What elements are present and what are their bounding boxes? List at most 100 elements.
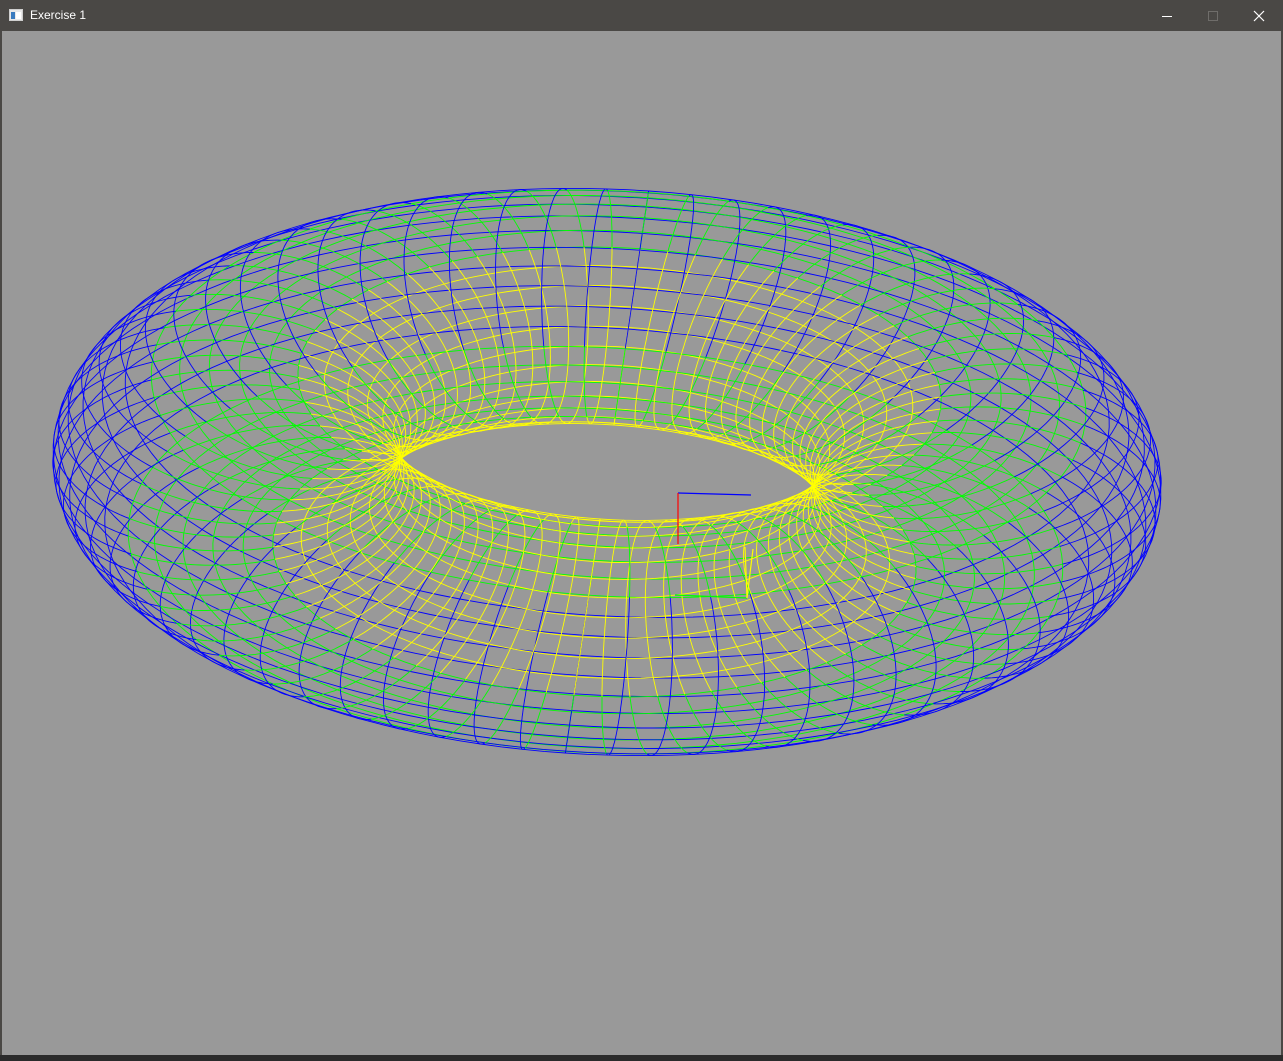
- torus-meridian-line: [196, 639, 219, 642]
- torus-meridian-line: [961, 318, 989, 323]
- torus-meridian-line: [481, 558, 489, 577]
- torus-meridian-line: [883, 283, 907, 294]
- torus-meridian-line: [582, 616, 587, 637]
- torus-meridian-line: [689, 223, 693, 238]
- torus-meridian-line: [260, 629, 266, 646]
- maximize-button[interactable]: [1190, 0, 1236, 31]
- torus-meridian-line: [573, 676, 578, 696]
- torus-meridian-line: [401, 445, 419, 448]
- torus-meridian-line: [613, 418, 616, 424]
- torus-meridian-line: [820, 374, 839, 392]
- torus-meridian-line: [665, 562, 669, 580]
- torus-meridian-line: [1035, 605, 1041, 624]
- torus-meridian-line: [1095, 472, 1115, 488]
- torus-meridian-line: [310, 670, 331, 679]
- torus-meridian-line: [819, 318, 840, 335]
- torus-meridian-line: [426, 582, 442, 602]
- torus-meridian-line: [518, 396, 526, 409]
- torus-meridian-line: [934, 496, 963, 503]
- torus-meridian-line: [529, 651, 535, 672]
- torus-meridian-line: [833, 573, 853, 590]
- torus-meridian-line: [205, 274, 211, 290]
- torus-meridian-line: [839, 304, 862, 319]
- torus-meridian-line: [1014, 348, 1042, 351]
- gl-viewport[interactable]: [2, 31, 1281, 1055]
- torus-meridian-line: [832, 483, 854, 486]
- torus-meridian-line: [741, 329, 754, 349]
- torus-meridian-line: [411, 423, 428, 432]
- torus-meridian-line: [294, 617, 320, 629]
- torus-meridian-line: [481, 221, 493, 237]
- torus-meridian-line: [603, 739, 606, 749]
- torus-meridian-line: [736, 264, 749, 282]
- torus-meridian-line: [619, 367, 623, 384]
- torus-meridian-line: [491, 527, 494, 543]
- torus-meridian-line: [259, 660, 264, 674]
- torus-meridian-line: [301, 522, 328, 531]
- torus-meridian-line: [320, 448, 345, 451]
- torus-meridian-line: [1075, 417, 1090, 435]
- torus-meridian-line: [786, 512, 803, 521]
- torus-meridian-line: [795, 496, 813, 499]
- torus-meridian-line: [854, 306, 864, 326]
- torus-meridian-line: [570, 518, 575, 524]
- torus-meridian-line: [881, 379, 908, 391]
- title-bar[interactable]: Exercise 1: [0, 0, 1283, 31]
- torus-meridian-line: [801, 691, 820, 705]
- torus-meridian-line: [902, 529, 931, 532]
- torus-meridian-line: [468, 562, 480, 581]
- torus-meridian-line: [820, 407, 836, 424]
- torus-meridian-line: [110, 322, 130, 334]
- torus-meridian-line: [601, 364, 605, 382]
- torus-meridian-line: [728, 199, 734, 202]
- torus-meridian-line: [392, 617, 412, 635]
- torus-meridian-line: [804, 704, 810, 719]
- torus-meridian-line: [569, 710, 573, 726]
- torus-meridian-line: [904, 432, 933, 437]
- torus-meridian-line: [440, 374, 446, 393]
- torus-meridian-line: [1108, 421, 1119, 438]
- torus-meridian-line: [532, 571, 538, 590]
- torus-meridian-line: [722, 243, 733, 260]
- minimize-icon: [1162, 15, 1172, 17]
- torus-meridian-line: [724, 381, 736, 398]
- torus-meridian-line: [653, 412, 656, 422]
- torus-meridian-line: [626, 579, 629, 598]
- torus-meridian-line: [327, 362, 352, 375]
- torus-meridian-line: [450, 598, 461, 619]
- torus-meridian-line: [934, 321, 962, 329]
- minimize-button[interactable]: [1144, 0, 1190, 31]
- torus-meridian-line: [700, 561, 707, 579]
- torus-meridian-line: [980, 482, 1006, 495]
- torus-meridian-line: [500, 648, 511, 668]
- torus-meridian-line: [579, 636, 584, 658]
- torus-meridian-line: [756, 556, 761, 575]
- torus-meridian-line: [279, 299, 287, 319]
- torus-meridian-line: [407, 473, 409, 490]
- torus-meridian-line: [895, 506, 918, 519]
- torus-meridian-line: [815, 341, 835, 359]
- torus-meridian-line: [545, 364, 549, 382]
- torus-meridian-line: [677, 209, 683, 221]
- torus-meridian-line: [278, 270, 304, 278]
- torus-meridian-line: [290, 678, 311, 684]
- torus-meridian-line: [301, 242, 324, 249]
- torus-meridian-line: [394, 593, 413, 611]
- torus-meridian-line: [1102, 369, 1105, 386]
- torus-meridian-line: [505, 401, 512, 415]
- torus-meridian-line: [164, 324, 193, 329]
- torus-meridian-line: [647, 547, 652, 563]
- torus-meridian-line: [918, 481, 945, 490]
- torus-meridian-line: [731, 721, 744, 734]
- torus-meridian-line: [496, 307, 501, 328]
- torus-meridian-line: [104, 525, 129, 537]
- close-button[interactable]: [1236, 0, 1282, 31]
- torus-meridian-line: [984, 313, 990, 330]
- torus-meridian-line: [847, 675, 870, 688]
- torus-meridian-line: [1122, 467, 1139, 483]
- torus-meridian-line: [580, 230, 585, 248]
- torus-meridian-line: [914, 634, 943, 644]
- torus-meridian-line: [286, 639, 312, 649]
- torus-meridian-line: [778, 391, 788, 410]
- torus-meridian-line: [453, 208, 460, 221]
